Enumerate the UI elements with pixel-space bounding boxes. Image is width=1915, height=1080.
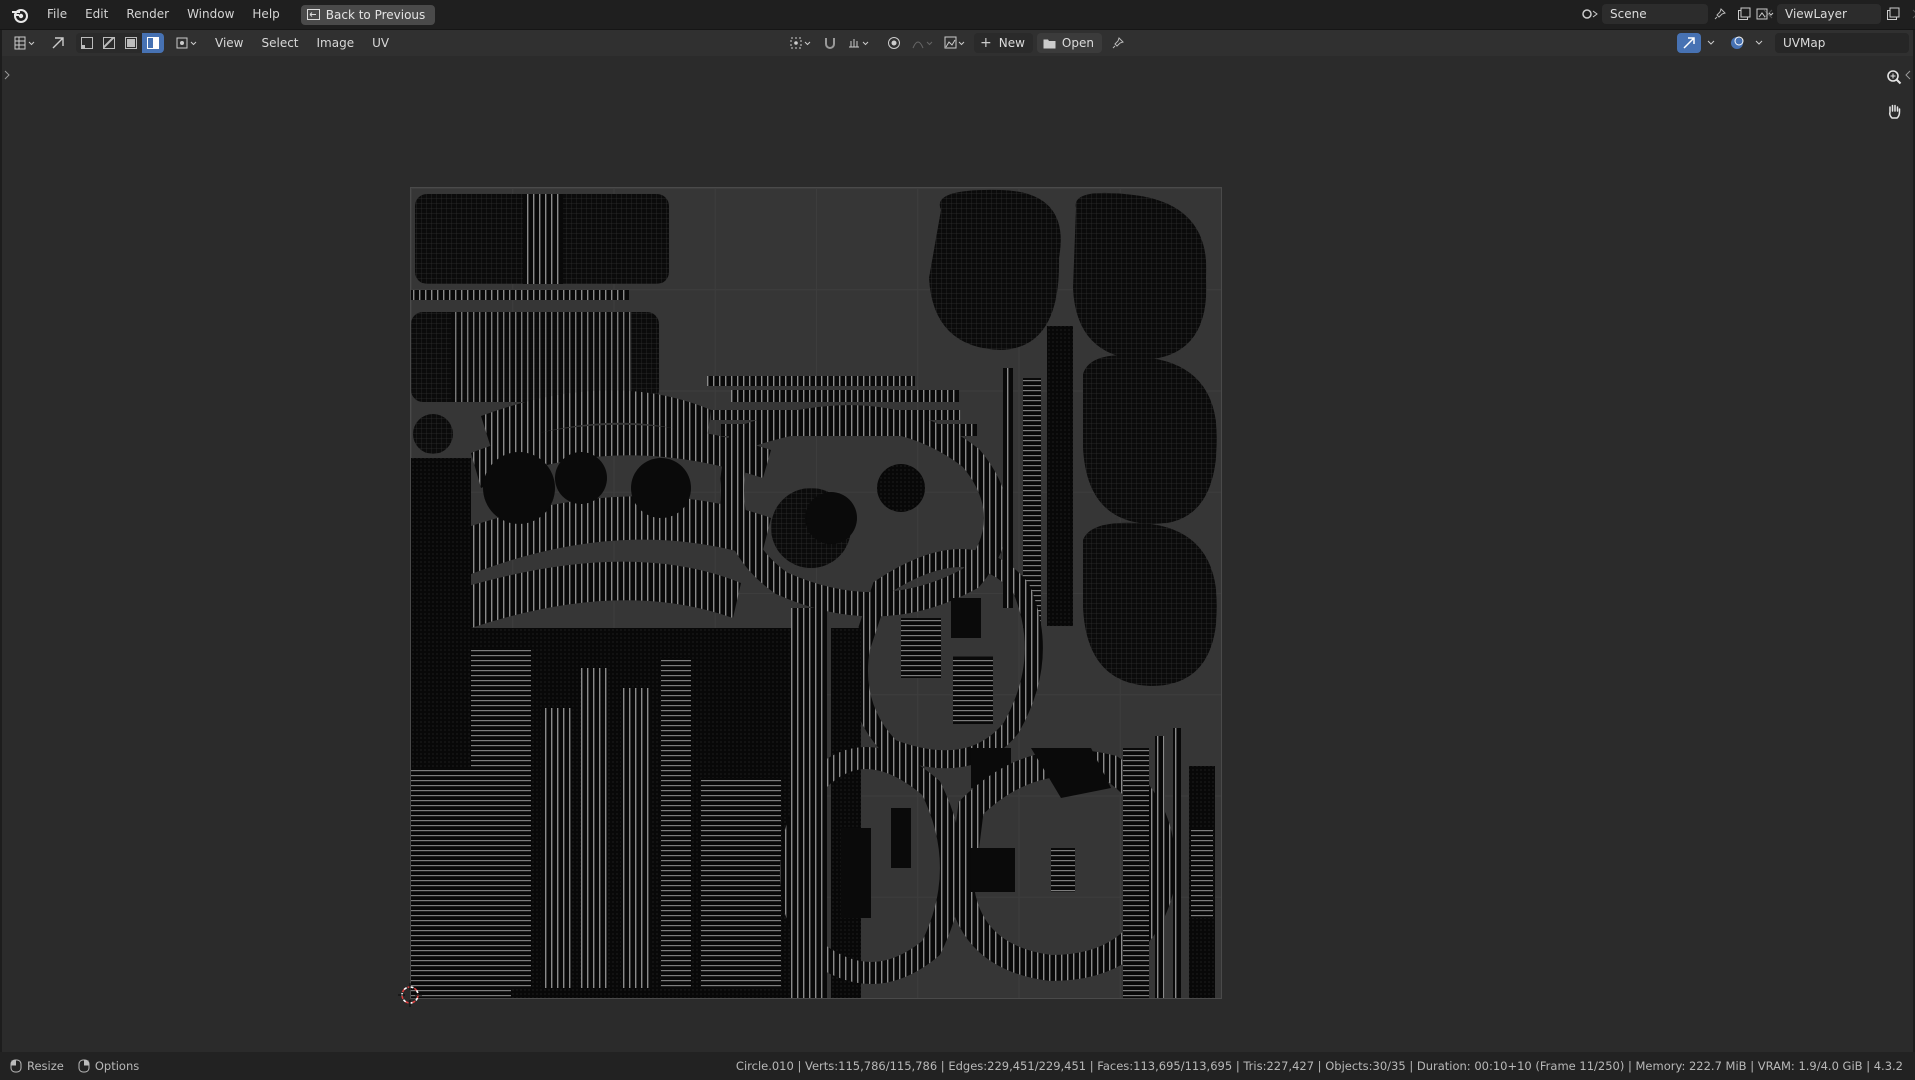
header-right-tools: UVMap xyxy=(1677,33,1909,53)
editor-type-icon[interactable] xyxy=(10,33,40,53)
menu-render[interactable]: Render xyxy=(117,0,178,29)
sticky-selection-icon[interactable] xyxy=(172,33,202,53)
image-controls: + New Open xyxy=(940,33,1130,53)
gizmo-toggle-icon[interactable] xyxy=(1677,33,1701,53)
edge-select-icon[interactable] xyxy=(98,33,120,53)
2d-cursor-icon[interactable] xyxy=(398,983,422,1007)
menu-file[interactable]: File xyxy=(38,0,76,29)
resize-hint: Resize xyxy=(10,1059,64,1073)
overlays-dropdown-icon[interactable] xyxy=(1751,33,1767,53)
center-toolbar xyxy=(786,33,938,53)
vertex-select-icon[interactable] xyxy=(76,33,98,53)
pivot-point-icon[interactable] xyxy=(786,33,816,53)
viewlayer-selector: ViewLayer xyxy=(1753,3,1915,25)
menu-window[interactable]: Window xyxy=(178,0,243,29)
top-menubar: File Edit Render Window Help Back to Pre… xyxy=(0,0,1915,30)
uv-map-field[interactable]: UVMap xyxy=(1775,33,1909,53)
image-browse-icon[interactable] xyxy=(940,33,970,53)
overlays-toggle-icon[interactable] xyxy=(1725,33,1749,53)
viewlayer-icon[interactable] xyxy=(1753,4,1777,24)
zoom-icon[interactable] xyxy=(1881,64,1907,90)
scene-icon[interactable] xyxy=(1578,4,1602,24)
new-image-button[interactable]: + New xyxy=(974,33,1033,53)
scene-selector: Scene xyxy=(1578,3,1780,25)
status-bar: Resize Options Circle.010 | Verts:115,78… xyxy=(0,1052,1915,1080)
scene-name-field[interactable]: Scene xyxy=(1602,4,1708,24)
uv-islands xyxy=(411,189,1217,998)
new-viewlayer-icon[interactable] xyxy=(1881,4,1905,24)
back-icon xyxy=(306,9,320,20)
snap-icon[interactable] xyxy=(818,33,842,53)
pin-scene-icon[interactable] xyxy=(1708,4,1732,24)
back-to-previous-label: Back to Previous xyxy=(325,7,426,22)
uv-tile[interactable] xyxy=(410,187,1222,999)
proportional-editing-icon[interactable] xyxy=(882,33,906,53)
falloff-icon[interactable] xyxy=(908,33,938,53)
mouse-left-icon xyxy=(10,1059,22,1073)
uv-viewport[interactable] xyxy=(2,56,1913,1052)
scene-name: Scene xyxy=(1610,7,1647,21)
island-select-icon[interactable] xyxy=(142,33,164,53)
blender-logo-icon[interactable] xyxy=(8,3,32,27)
open-label: Open xyxy=(1061,36,1094,50)
snap-target-icon[interactable] xyxy=(844,33,874,53)
mouse-right-icon xyxy=(78,1059,90,1073)
face-select-icon[interactable] xyxy=(120,33,142,53)
menu-view[interactable]: View xyxy=(206,30,252,56)
menu-help[interactable]: Help xyxy=(243,0,288,29)
folder-icon xyxy=(1043,38,1056,49)
open-image-button[interactable]: Open xyxy=(1036,33,1102,53)
plus-icon: + xyxy=(980,35,992,51)
new-label: New xyxy=(998,36,1025,50)
selection-mode-group xyxy=(76,33,164,53)
delete-viewlayer-icon[interactable] xyxy=(1905,4,1915,24)
uv-editor-header: View Select Image UV + New Open UVMap xyxy=(2,30,1913,56)
scene-statistics: Circle.010 | Verts:115,786/115,786 | Edg… xyxy=(735,1059,1903,1073)
sync-selection-icon[interactable] xyxy=(46,33,70,53)
options-hint: Options xyxy=(78,1059,139,1073)
menu-edit[interactable]: Edit xyxy=(76,0,117,29)
hand-icon[interactable] xyxy=(1881,98,1907,124)
resize-label: Resize xyxy=(27,1059,64,1073)
navigation-gizmo xyxy=(1881,64,1907,124)
pin-image-icon[interactable] xyxy=(1106,33,1130,53)
menu-select[interactable]: Select xyxy=(252,30,307,56)
viewlayer-name-field[interactable]: ViewLayer xyxy=(1777,4,1881,24)
uv-map-name: UVMap xyxy=(1783,36,1826,50)
back-to-previous-button[interactable]: Back to Previous xyxy=(300,4,436,25)
viewlayer-name: ViewLayer xyxy=(1785,7,1847,21)
options-label: Options xyxy=(94,1059,140,1073)
gizmo-dropdown-icon[interactable] xyxy=(1703,33,1719,53)
menu-uv[interactable]: UV xyxy=(363,30,398,56)
toolbar-expand-icon[interactable] xyxy=(4,70,10,80)
menu-image[interactable]: Image xyxy=(308,30,364,56)
